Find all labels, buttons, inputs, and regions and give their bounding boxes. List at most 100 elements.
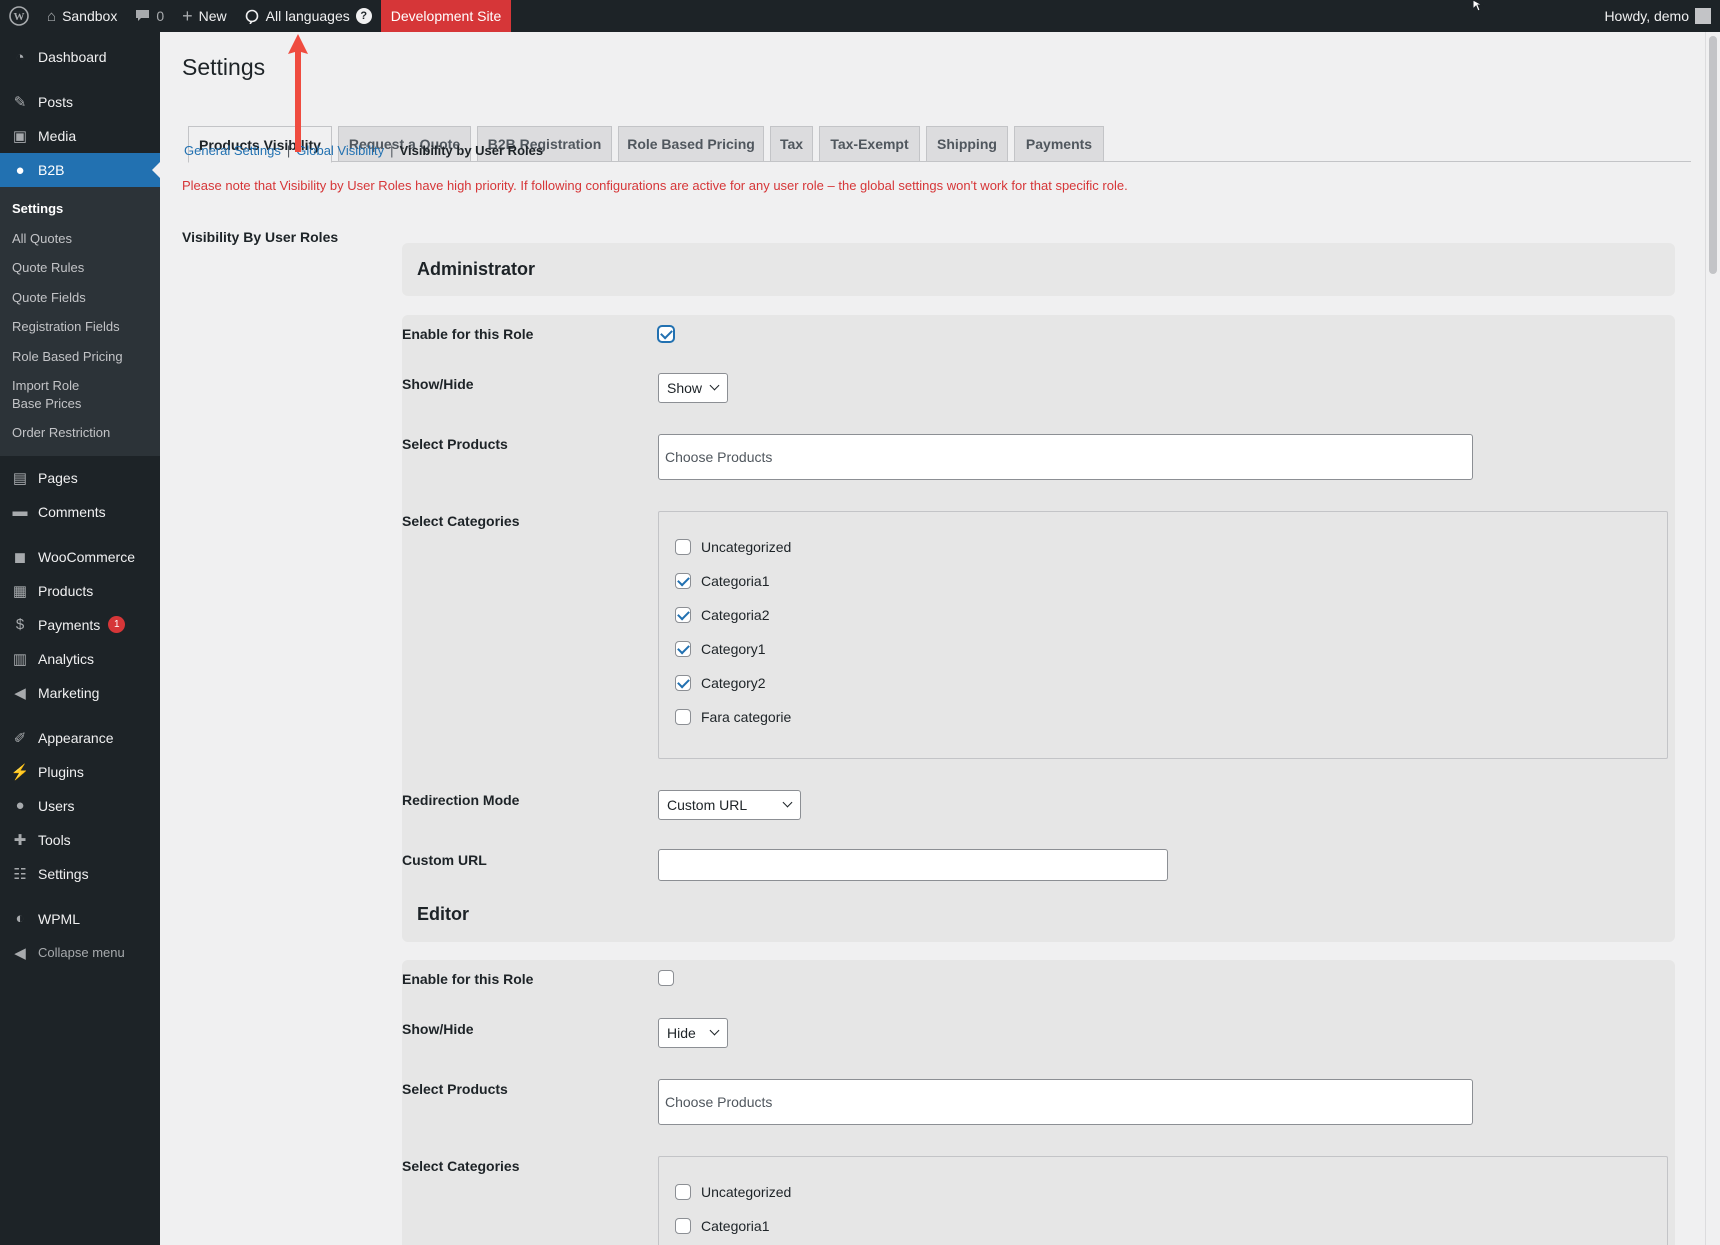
comments-count: 0 — [156, 8, 165, 24]
products-search-input[interactable]: Choose Products — [658, 434, 1473, 480]
menu-pages[interactable]: ▤ Pages — [0, 461, 160, 495]
menu-label: Comments — [38, 503, 106, 520]
visibility-by-user-roles-link[interactable]: Visibility by User Roles — [400, 143, 544, 158]
menu-tools[interactable]: ✚ Tools — [0, 823, 160, 857]
category-option[interactable]: Uncategorized — [675, 539, 791, 555]
category-option[interactable]: Categoria2 — [675, 607, 770, 623]
show-hide-select[interactable]: Show — [658, 373, 728, 403]
menu-analytics[interactable]: ▥ Analytics — [0, 642, 160, 676]
submenu-quote-rules[interactable]: Quote Rules — [0, 253, 160, 283]
category-option[interactable]: Fara categorie — [675, 709, 791, 725]
new-label: New — [198, 8, 227, 24]
redirection-mode-select[interactable]: Custom URL — [658, 790, 801, 820]
comment-icon: ▬ — [12, 503, 28, 521]
category-option[interactable]: Category1 — [675, 641, 766, 657]
menu-marketing[interactable]: ◀ Marketing — [0, 676, 160, 710]
menu-label: Collapse menu — [38, 945, 125, 961]
category-option[interactable]: Uncategorized — [675, 1184, 791, 1200]
svg-text:W: W — [14, 11, 25, 23]
menu-woocommerce[interactable]: ◼ WooCommerce — [0, 540, 160, 574]
category-label: Categoria1 — [701, 573, 770, 589]
account-menu[interactable]: Howdy, demo — [1595, 0, 1720, 32]
role-heading-editor: Editor — [417, 903, 469, 924]
chevron-down-icon — [709, 380, 720, 391]
tab-tax-exempt[interactable]: Tax-Exempt — [819, 126, 920, 162]
show-hide-select[interactable]: Hide — [658, 1018, 728, 1048]
menu-media[interactable]: ▣ Media — [0, 119, 160, 153]
help-icon[interactable]: ? — [355, 8, 372, 24]
page-scrollbar[interactable] — [1705, 32, 1720, 1245]
site-name-link[interactable]: ⌂ Sandbox — [38, 0, 126, 32]
submenu-role-based-pricing[interactable]: Role Based Pricing — [0, 342, 160, 372]
menu-label: WPML — [38, 910, 80, 927]
user-icon: ● — [15, 797, 25, 815]
menu-appearance[interactable]: ✐ Appearance — [0, 721, 160, 755]
category-option[interactable]: Categoria1 — [675, 573, 770, 589]
menu-label: Dashboard — [38, 49, 107, 65]
category-checkbox[interactable] — [675, 641, 691, 657]
submenu-import-role-base-prices[interactable]: Import Role Base Prices — [0, 371, 120, 418]
category-checkbox[interactable] — [675, 607, 691, 623]
pages-icon: ▤ — [12, 469, 28, 487]
separator: | — [390, 143, 394, 158]
enable-role-checkbox[interactable] — [658, 970, 674, 986]
category-option[interactable]: Categoria1 — [675, 1218, 770, 1234]
menu-label: Users — [38, 797, 75, 814]
enable-role-label: Enable for this Role — [402, 326, 534, 342]
category-checkbox[interactable] — [675, 539, 691, 555]
tab-payments[interactable]: Payments — [1014, 126, 1104, 162]
tab-shipping[interactable]: Shipping — [926, 126, 1008, 162]
menu-dashboard[interactable]: ◔ Dashboard — [0, 40, 160, 74]
role-heading-administrator: Administrator — [402, 243, 1675, 296]
menu-comments[interactable]: ▬ Comments — [0, 495, 160, 529]
menu-posts[interactable]: ✎ Posts — [0, 85, 160, 119]
submenu-order-restriction[interactable]: Order Restriction — [0, 418, 160, 448]
category-checkbox[interactable] — [675, 573, 691, 589]
page-title: Settings — [182, 54, 266, 80]
plus-icon: + — [182, 5, 193, 26]
comments-link[interactable]: 0 — [126, 0, 173, 32]
category-option[interactable]: Category2 — [675, 675, 766, 691]
tab-tax[interactable]: Tax — [770, 126, 813, 162]
products-search-input[interactable]: Choose Products — [658, 1079, 1473, 1125]
menu-users[interactable]: ● Users — [0, 789, 160, 823]
show-hide-label: Show/Hide — [402, 376, 474, 392]
scrollbar-thumb[interactable] — [1709, 36, 1717, 274]
language-switcher[interactable]: All languages ? — [236, 0, 381, 32]
admin-bar: W ⌂ Sandbox 0 + New All languages ? Deve… — [0, 0, 1720, 32]
category-checkbox[interactable] — [675, 675, 691, 691]
show-hide-value: Hide — [667, 1025, 696, 1041]
tab-role-based-pricing[interactable]: Role Based Pricing — [618, 126, 764, 162]
menu-b2b[interactable]: ● B2B — [0, 153, 160, 187]
collapse-menu-button[interactable]: ◀ Collapse menu — [0, 936, 160, 970]
custom-url-input[interactable] — [658, 849, 1168, 881]
category-checkbox[interactable] — [675, 1218, 691, 1234]
category-label: Uncategorized — [701, 539, 792, 555]
submenu-registration-fields[interactable]: Registration Fields — [0, 312, 160, 342]
dollar-icon: $ — [15, 616, 25, 634]
priority-notice: Please note that Visibility by User Role… — [182, 178, 1128, 193]
payments-badge: 1 — [108, 616, 126, 634]
category-checkbox[interactable] — [675, 709, 691, 725]
categories-box: Uncategorized Categoria1 — [658, 1156, 1668, 1245]
submenu-settings[interactable]: Settings — [0, 194, 160, 224]
category-label: Categoria1 — [701, 1218, 770, 1234]
global-visibility-link[interactable]: Global Visibility — [296, 143, 384, 158]
submenu-all-quotes[interactable]: All Quotes — [0, 224, 160, 254]
wrench-icon: ✚ — [13, 831, 27, 849]
new-content-link[interactable]: + New — [173, 0, 236, 32]
mouse-cursor-icon — [1472, 0, 1484, 12]
languages-label: All languages — [265, 8, 350, 24]
menu-payments[interactable]: $ Payments 1 — [0, 608, 160, 642]
development-site-badge[interactable]: Development Site — [380, 0, 512, 32]
category-checkbox[interactable] — [675, 1184, 691, 1200]
menu-wpml[interactable]: ◐ WPML — [0, 902, 160, 936]
general-settings-link[interactable]: General Settings — [184, 143, 281, 158]
enable-role-checkbox[interactable] — [658, 326, 674, 342]
select-categories-label: Select Categories — [402, 513, 520, 529]
submenu-quote-fields[interactable]: Quote Fields — [0, 283, 160, 313]
menu-products[interactable]: ▦ Products — [0, 574, 160, 608]
menu-settings[interactable]: ☷ Settings — [0, 857, 160, 891]
menu-plugins[interactable]: ⚡ Plugins — [0, 755, 160, 789]
wordpress-logo-icon[interactable]: W — [0, 0, 38, 32]
